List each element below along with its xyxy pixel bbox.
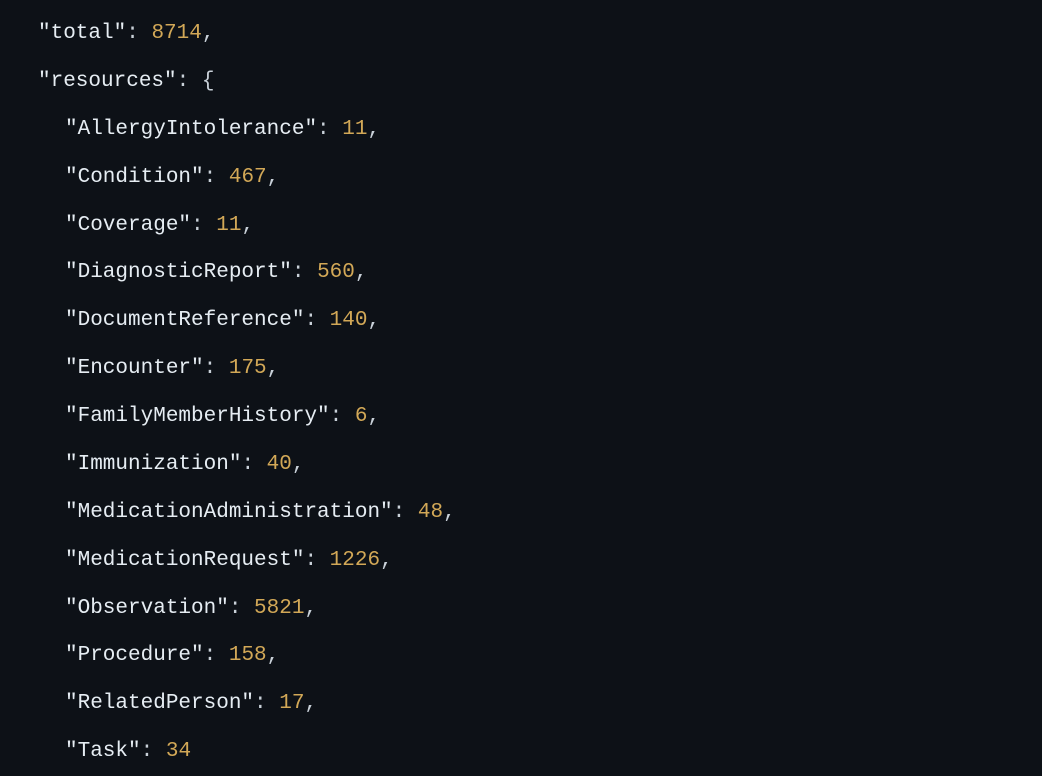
json-comma: ,	[443, 501, 456, 524]
json-comma: ,	[202, 22, 215, 45]
json-number: 17	[279, 692, 304, 715]
json-line-entry: "Coverage": 11,	[38, 202, 1042, 250]
json-number: 5821	[254, 597, 304, 620]
json-key: "total"	[38, 22, 126, 45]
json-line-resources: "resources": {	[38, 58, 1042, 106]
json-colon: :	[204, 166, 229, 189]
json-number: 467	[229, 166, 267, 189]
json-colon: :	[254, 692, 279, 715]
json-colon: :	[177, 70, 202, 93]
json-number: 1226	[330, 549, 380, 572]
json-number: 34	[166, 740, 191, 763]
json-key: "Observation"	[65, 597, 229, 620]
json-colon: :	[304, 549, 329, 572]
json-number: 11	[216, 214, 241, 237]
json-line-entry: "MedicationRequest": 1226,	[38, 537, 1042, 585]
json-comma: ,	[267, 166, 280, 189]
json-line-entry: "DiagnosticReport": 560,	[38, 249, 1042, 297]
json-colon: :	[229, 597, 254, 620]
json-comma: ,	[355, 261, 368, 284]
json-number: 8714	[151, 22, 201, 45]
json-key: "MedicationRequest"	[65, 549, 304, 572]
json-key: "Immunization"	[65, 453, 241, 476]
json-line-entry: "FamilyMemberHistory": 6,	[38, 393, 1042, 441]
json-number: 560	[317, 261, 355, 284]
json-line-entry: "RelatedPerson": 17,	[38, 680, 1042, 728]
json-key: "FamilyMemberHistory"	[65, 405, 330, 428]
json-number: 48	[418, 501, 443, 524]
json-colon: :	[191, 214, 216, 237]
json-line-entry: "DocumentReference": 140,	[38, 297, 1042, 345]
json-comma: ,	[367, 309, 380, 332]
json-colon: :	[330, 405, 355, 428]
json-colon: :	[204, 644, 229, 667]
json-key: "Task"	[65, 740, 141, 763]
json-key: "Encounter"	[65, 357, 204, 380]
json-line-entry: "Observation": 5821,	[38, 585, 1042, 633]
json-brace: {	[202, 70, 215, 93]
json-comma: ,	[367, 405, 380, 428]
json-comma: ,	[292, 453, 305, 476]
json-number: 6	[355, 405, 368, 428]
json-number: 140	[330, 309, 368, 332]
json-number: 40	[267, 453, 292, 476]
json-key: "DiagnosticReport"	[65, 261, 292, 284]
json-colon: :	[141, 740, 166, 763]
json-comma: ,	[241, 214, 254, 237]
json-key: "MedicationAdministration"	[65, 501, 393, 524]
json-key: "Coverage"	[65, 214, 191, 237]
json-colon: :	[292, 261, 317, 284]
json-key: "RelatedPerson"	[65, 692, 254, 715]
json-comma: ,	[304, 597, 317, 620]
json-number: 158	[229, 644, 267, 667]
json-line-total: "total": 8714,	[38, 10, 1042, 58]
json-colon: :	[241, 453, 266, 476]
json-key: "Condition"	[65, 166, 204, 189]
json-colon: :	[393, 501, 418, 524]
json-key: "DocumentReference"	[65, 309, 304, 332]
json-colon: :	[204, 357, 229, 380]
json-comma: ,	[367, 118, 380, 141]
json-key: "AllergyIntolerance"	[65, 118, 317, 141]
json-line-entry: "Immunization": 40,	[38, 441, 1042, 489]
json-comma: ,	[267, 644, 280, 667]
json-number: 11	[342, 118, 367, 141]
json-line-entry: "Task": 34	[38, 728, 1042, 776]
json-line-entry: "Condition": 467,	[38, 154, 1042, 202]
json-line-entry: "Procedure": 158,	[38, 632, 1042, 680]
json-colon: :	[304, 309, 329, 332]
json-comma: ,	[304, 692, 317, 715]
json-comma: ,	[380, 549, 393, 572]
json-number: 175	[229, 357, 267, 380]
json-line-entry: "Encounter": 175,	[38, 345, 1042, 393]
json-comma: ,	[267, 357, 280, 380]
json-key: "Procedure"	[65, 644, 204, 667]
json-colon: :	[317, 118, 342, 141]
json-line-entry: "AllergyIntolerance": 11,	[38, 106, 1042, 154]
json-key: "resources"	[38, 70, 177, 93]
json-line-entry: "MedicationAdministration": 48,	[38, 489, 1042, 537]
json-colon: :	[126, 22, 151, 45]
